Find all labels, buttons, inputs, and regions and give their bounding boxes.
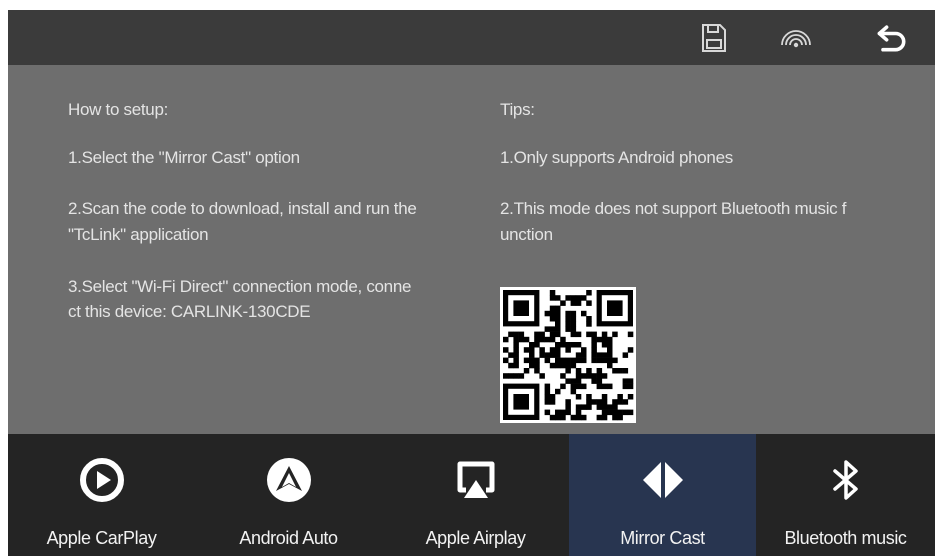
dock-label: Mirror Cast bbox=[620, 528, 705, 548]
setup-step-3-line-1: 3.Select "Wi-Fi Direct" connection mode,… bbox=[68, 277, 412, 296]
setup-step-2-line-1: 2.Scan the code to download, install and… bbox=[68, 199, 417, 218]
setup-heading: How to setup: bbox=[68, 100, 169, 119]
dock-item-apple-airplay[interactable]: Apple Airplay bbox=[382, 434, 569, 556]
dock-label: Bluetooth music bbox=[784, 528, 907, 548]
dock-item-bluetooth-music[interactable]: Bluetooth music bbox=[756, 434, 935, 556]
dock-item-apple-carplay[interactable]: Apple CarPlay bbox=[8, 434, 195, 556]
airplay-icon bbox=[452, 456, 500, 504]
dock-item-mirror-cast[interactable]: Mirror Cast bbox=[569, 434, 756, 556]
carplay-icon bbox=[78, 456, 126, 504]
tip-2-line-2: unction bbox=[500, 225, 553, 244]
tip-2-line-1: 2.This mode does not support Bluetooth m… bbox=[500, 199, 847, 218]
setup-step-3-line-2: ct this device: CARLINK-130CDE bbox=[68, 302, 311, 321]
dock-item-android-auto[interactable]: Android Auto bbox=[195, 434, 382, 556]
dock-label: Apple Airplay bbox=[425, 528, 526, 548]
app-screen: How to setup: 1.Select the "Mirror Cast"… bbox=[8, 10, 935, 556]
android-auto-icon bbox=[265, 456, 313, 504]
top-toolbar bbox=[8, 10, 935, 65]
wireless-signal-icon[interactable] bbox=[778, 20, 814, 56]
bluetooth-icon bbox=[822, 456, 870, 504]
qr-code bbox=[500, 287, 636, 423]
dock-label: Android Auto bbox=[239, 528, 338, 548]
tip-1: 1.Only supports Android phones bbox=[500, 148, 733, 167]
setup-step-2-line-2: "TcLink" application bbox=[68, 225, 209, 244]
instructions-panel: How to setup: 1.Select the "Mirror Cast"… bbox=[8, 65, 935, 434]
back-icon[interactable] bbox=[874, 20, 910, 56]
dock-label: Apple CarPlay bbox=[46, 528, 157, 548]
mirror-cast-icon bbox=[639, 456, 687, 504]
save-icon[interactable] bbox=[696, 20, 732, 56]
tips-heading: Tips: bbox=[500, 100, 535, 119]
setup-step-1: 1.Select the "Mirror Cast" option bbox=[68, 148, 300, 167]
mode-dock: Apple CarPlay Android Auto Apple Airplay bbox=[8, 434, 935, 556]
